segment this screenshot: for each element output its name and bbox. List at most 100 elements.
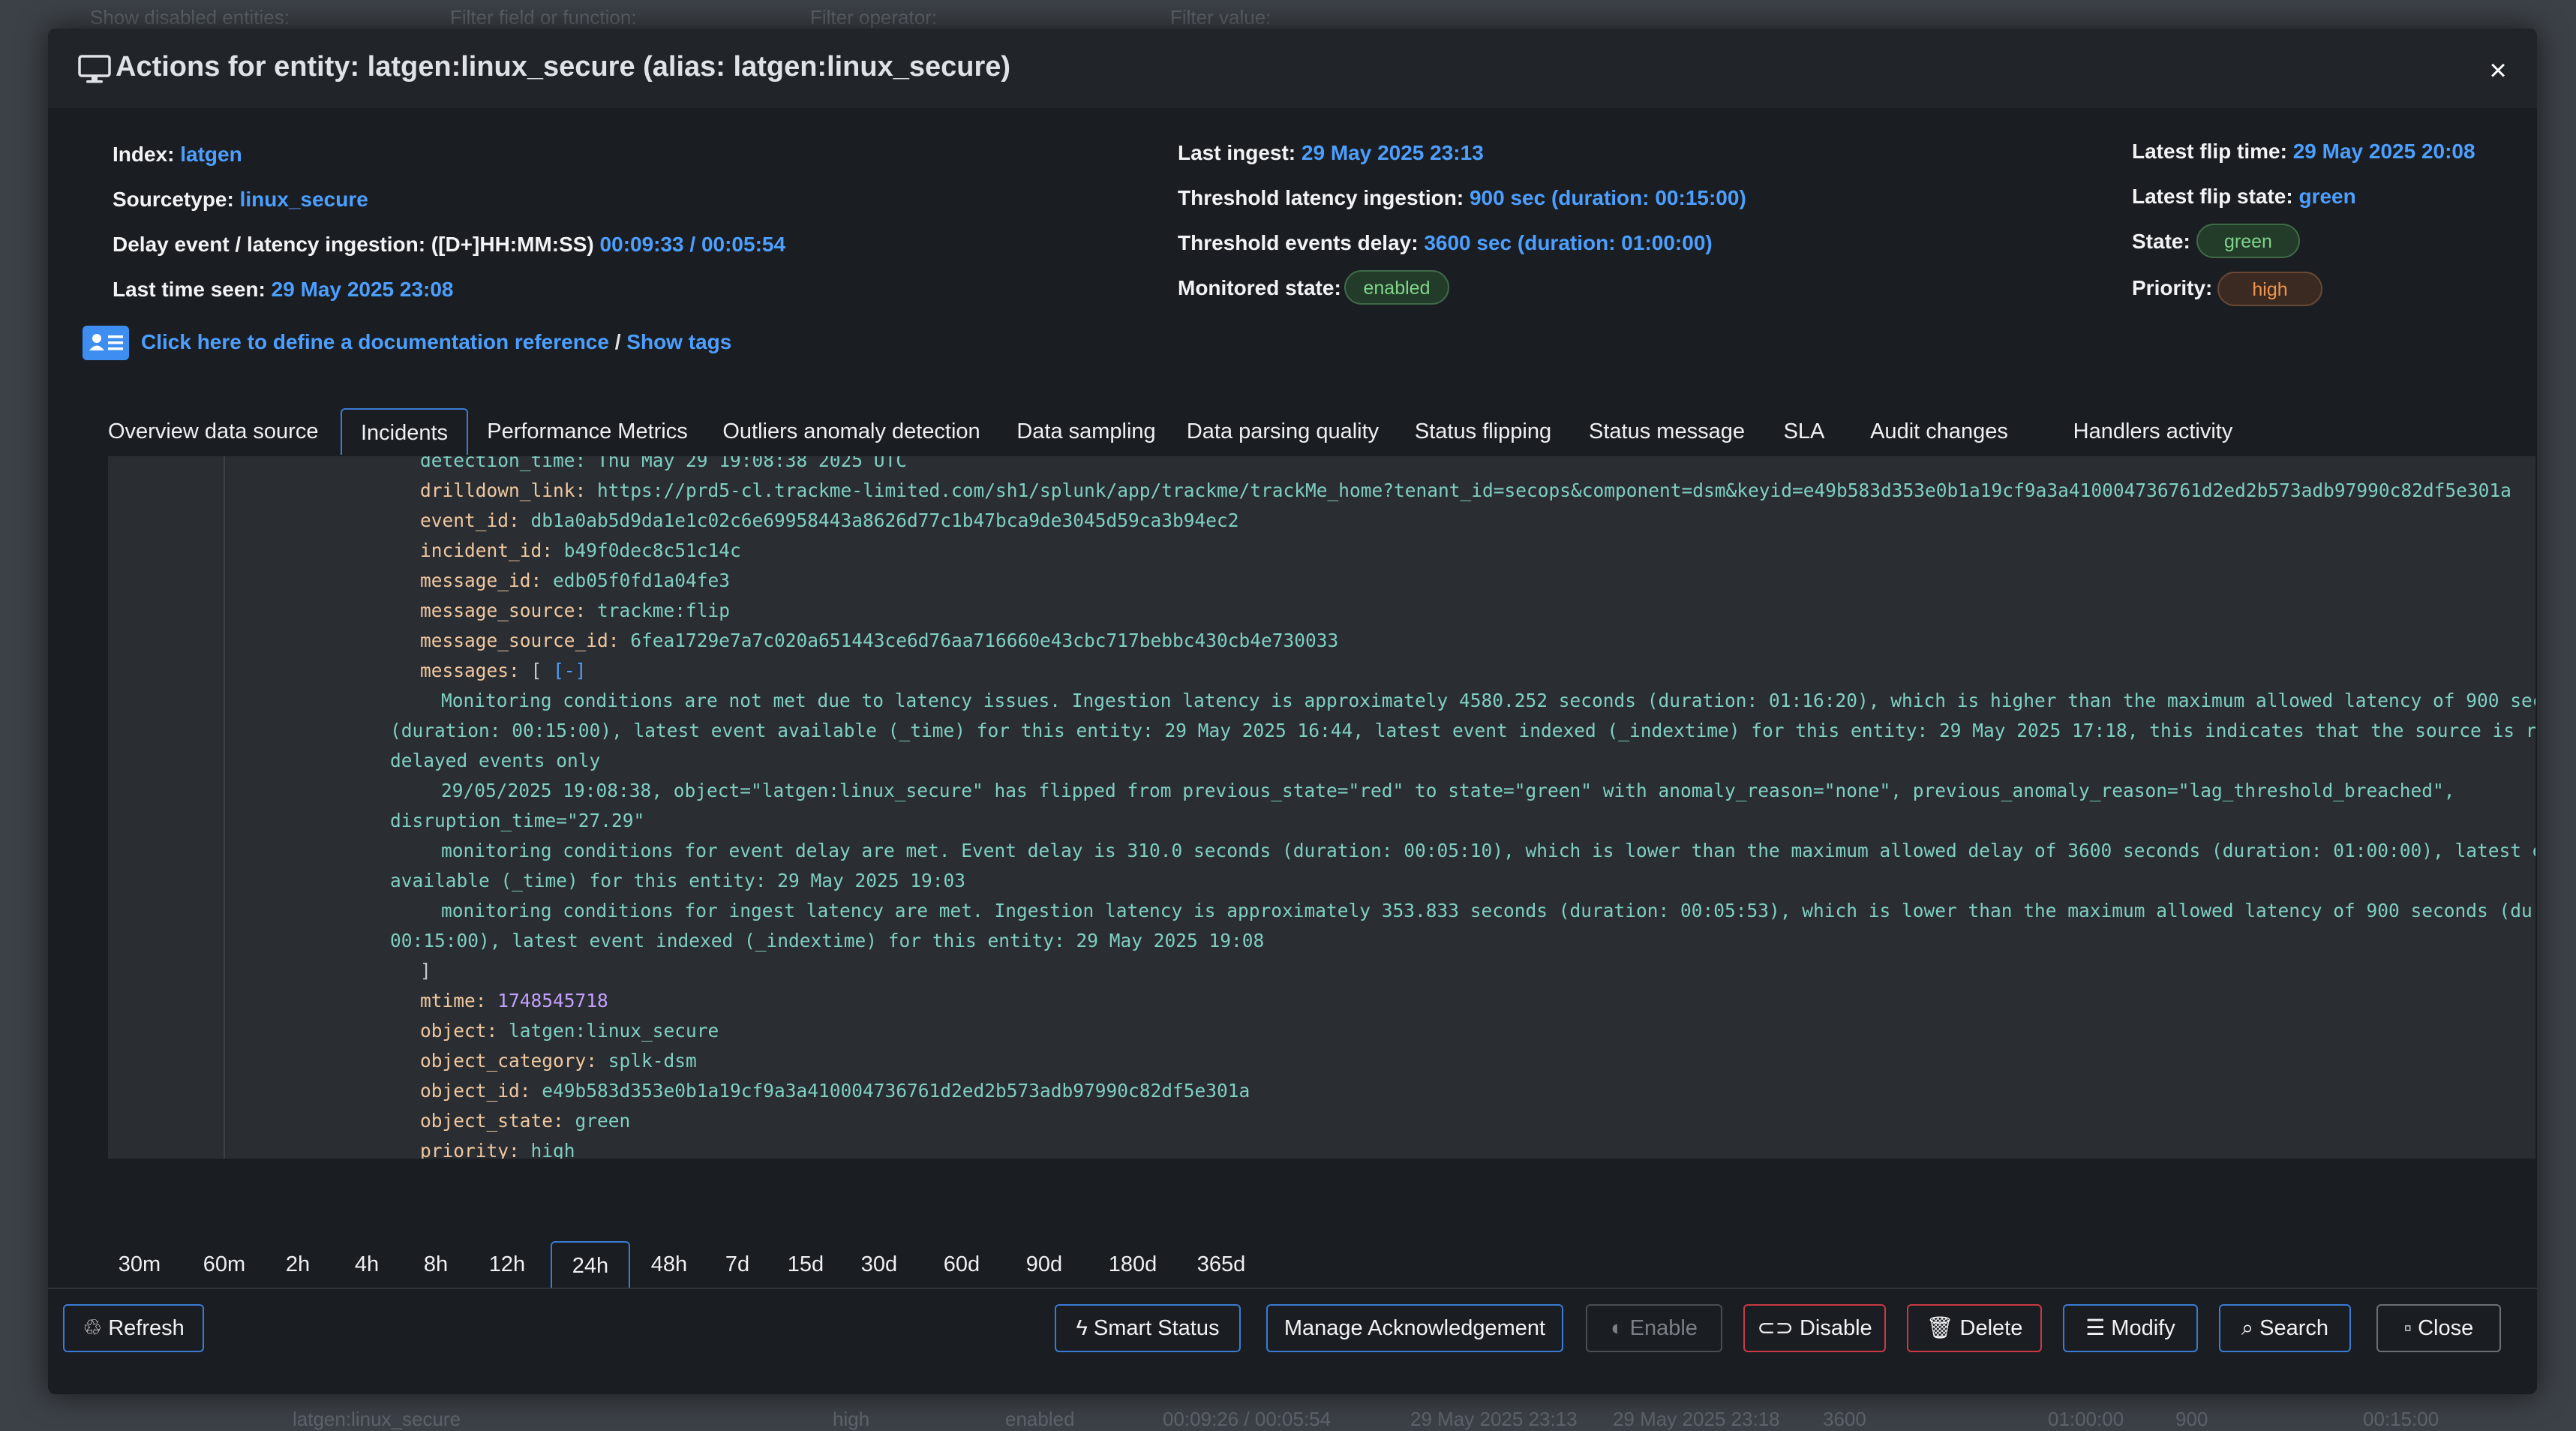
monitored-state-label: Monitored state: [1178, 276, 1341, 299]
flip-state-label: Latest flip state: [2132, 185, 2293, 208]
threshold-delay-label: Threshold events delay: [1178, 231, 1419, 254]
manage-acknowledgement-button[interactable]: Manage Acknowledgement [1266, 1304, 1563, 1352]
search-icon: ⌕ [2241, 1316, 2254, 1340]
incident-json-viewer[interactable]: detection_time: Thu May 29 19:08:38 2025… [108, 456, 2535, 1159]
json-value: db1a0ab5d9da1e1c02c6e69958443a8626d77c1b… [530, 510, 1239, 531]
time-range-4h[interactable]: 4h [341, 1241, 393, 1288]
flip-time-value: 29 May 2025 20:08 [2292, 140, 2475, 163]
json-key: drilldown_link: [420, 480, 587, 501]
flip-time-label: Latest flip time: [2132, 140, 2287, 163]
time-range-180d[interactable]: 180d [1095, 1241, 1170, 1288]
tab-outliers[interactable]: Outliers anomaly detection [710, 408, 993, 455]
tab-audit-changes[interactable]: Audit changes [1854, 408, 2024, 455]
search-label: Search [2259, 1316, 2329, 1340]
time-range-15d[interactable]: 15d [774, 1241, 837, 1288]
json-value: e49b583d353e0b1a19cf9a3a410004736761d2ed… [542, 1080, 1250, 1102]
background-table-row: latgen:linux_secure high enabled 00:09:2… [0, 1402, 2576, 1430]
threshold-latency-label: Threshold latency ingestion: [1178, 186, 1464, 209]
modal-header: Actions for entity: latgen:linux_secure … [48, 29, 2537, 108]
collapse-toggle[interactable]: [-] [553, 660, 586, 681]
bg-cell: 3600 [1823, 1408, 1866, 1430]
time-range-7d[interactable]: 7d [711, 1241, 764, 1288]
priority-badge: high [2217, 272, 2322, 306]
priority-label: Priority: [2132, 276, 2213, 299]
modal-title: Actions for entity: latgen:linux_secure … [116, 51, 1011, 83]
tab-incidents[interactable]: Incidents [341, 408, 468, 455]
json-key: message_source_id: [420, 630, 620, 651]
flip-state-info: Latest flip state: green [2132, 185, 2356, 209]
time-range-60d[interactable]: 60d [930, 1241, 993, 1288]
json-key: event_id: [420, 510, 520, 531]
flip-time-info: Latest flip time: 29 May 2025 20:08 [2132, 140, 2475, 164]
sliders-icon: ☰ [2085, 1316, 2106, 1340]
code-gutter [224, 456, 225, 1159]
refresh-button[interactable]: ♲ Refresh [63, 1304, 204, 1352]
time-range-30m[interactable]: 30m [108, 1241, 171, 1288]
index-value[interactable]: latgen [180, 143, 242, 166]
code-line: event_id: db1a0ab5d9da1e1c02c6e69958443a… [420, 506, 1239, 536]
time-range-8h[interactable]: 8h [410, 1241, 462, 1288]
code-line: monitoring conditions for event delay ar… [441, 840, 2535, 861]
drilldown-link[interactable]: https://prd5-cl.trackme-limited.com/sh1/… [597, 480, 2511, 501]
delay-value: 00:09:33 / 00:05:54 [599, 233, 786, 256]
tab-status-message[interactable]: Status message [1578, 408, 1755, 455]
time-range-60m[interactable]: 60m [191, 1241, 258, 1288]
threshold-delay-info: Threshold events delay: 3600 sec (durati… [1178, 231, 1713, 255]
json-value: b49f0dec8c51c14c [563, 540, 741, 561]
documentation-reference-link[interactable]: Click here to define a documentation ref… [141, 330, 609, 353]
sourcetype-value[interactable]: linux_secure [240, 188, 368, 211]
last-seen-info: Last time seen: 29 May 2025 23:08 [113, 278, 454, 302]
smart-status-button[interactable]: ϟ Smart Status [1055, 1304, 1241, 1352]
json-key: object_state: [420, 1110, 564, 1132]
time-range-48h[interactable]: 48h [638, 1241, 701, 1288]
json-key: object: [420, 1020, 498, 1042]
code-line: object_id: e49b583d353e0b1a19cf9a3a41000… [420, 1076, 1250, 1106]
code-line: 00:15:00), latest event indexed (_indext… [390, 930, 1265, 951]
last-ingest-value: 29 May 2025 23:13 [1301, 141, 1484, 164]
code-line: 29/05/2025 19:08:38, object="latgen:linu… [441, 780, 2455, 801]
show-tags-link[interactable]: Show tags [626, 330, 731, 353]
close-icon[interactable]: × [2483, 56, 2513, 86]
trash-icon: 🗑 [1926, 1316, 1954, 1340]
time-range-365d[interactable]: 365d [1184, 1241, 1259, 1288]
json-key: priority: [420, 1140, 520, 1159]
bg-cell: 00:09:26 / 00:05:54 [1163, 1408, 1332, 1430]
tab-performance-metrics[interactable]: Performance Metrics [486, 408, 689, 455]
tab-status-flipping[interactable]: Status flipping [1404, 408, 1562, 455]
last-seen-value: 29 May 2025 23:08 [271, 278, 454, 301]
time-range-24h[interactable]: 24h [551, 1241, 630, 1288]
json-value: green [575, 1110, 631, 1132]
enable-button[interactable]: ◐ Enable [1586, 1304, 1722, 1352]
code-line: mtime: 1748545718 [420, 986, 608, 1016]
close-button[interactable]: ▫ Close [2376, 1304, 2501, 1352]
code-line: priority: high [420, 1136, 575, 1159]
tab-sla[interactable]: SLA [1770, 408, 1838, 455]
tab-handlers-activity[interactable]: Handlers activity [2040, 408, 2265, 455]
bolt-icon: ϟ [1076, 1316, 1088, 1340]
search-button[interactable]: ⌕ Search [2219, 1304, 2351, 1352]
json-value: high [530, 1140, 575, 1159]
modify-button[interactable]: ☰ Modify [2063, 1304, 2198, 1352]
entity-actions-modal: Actions for entity: latgen:linux_secure … [48, 29, 2537, 1394]
tab-overview[interactable]: Overview data source [108, 408, 318, 455]
code-line: message_id: edb05f0fd1a04fe3 [420, 566, 730, 596]
code-line: message_source: trackme:flip [420, 596, 730, 626]
tab-data-parsing-quality[interactable]: Data parsing quality [1178, 408, 1388, 455]
disable-button[interactable]: ⊂⊃ Disable [1743, 1304, 1886, 1352]
threshold-latency-info: Threshold latency ingestion: 900 sec (du… [1178, 186, 1746, 210]
bg-cell: latgen:linux_secure [293, 1408, 461, 1430]
time-range-90d[interactable]: 90d [1013, 1241, 1076, 1288]
tab-data-sampling[interactable]: Data sampling [1011, 408, 1161, 455]
code-line: (duration: 00:15:00), latest event avail… [390, 720, 2535, 741]
bg-filter-label: Filter operator: [810, 6, 938, 29]
delete-button[interactable]: 🗑 Delete [1907, 1304, 2042, 1352]
doc-link-separator: / [608, 330, 627, 353]
threshold-latency-value: 900 sec (duration: 00:15:00) [1469, 186, 1746, 209]
code-line: object: latgen:linux_secure [420, 1016, 719, 1046]
time-range-30d[interactable]: 30d [848, 1241, 911, 1288]
time-range-2h[interactable]: 2h [272, 1241, 324, 1288]
json-key: object_category: [420, 1050, 598, 1072]
time-range-12h[interactable]: 12h [476, 1241, 539, 1288]
json-bracket: [ [530, 660, 542, 681]
disable-label: Disable [1799, 1316, 1872, 1340]
